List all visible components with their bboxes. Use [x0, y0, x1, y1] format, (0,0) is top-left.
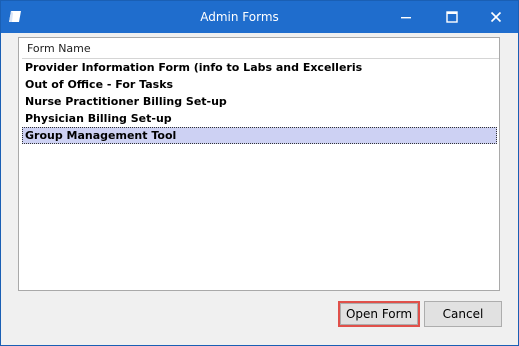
list-item[interactable]: Physician Billing Set-up [22, 110, 497, 127]
close-icon [490, 8, 502, 27]
forms-list[interactable]: Form Name Provider Information Form (inf… [18, 37, 500, 291]
cancel-button[interactable]: Cancel [424, 301, 502, 327]
list-item-selected[interactable]: Group Management Tool [22, 127, 497, 144]
title-bar[interactable]: Admin Forms [1, 1, 518, 33]
list-item[interactable]: Out of Office - For Tasks [22, 76, 497, 93]
maximize-button[interactable] [429, 1, 475, 33]
minimize-button[interactable] [383, 1, 429, 33]
maximize-icon [446, 8, 458, 27]
close-button[interactable] [473, 1, 519, 33]
minimize-icon [400, 8, 412, 27]
open-form-button[interactable]: Open Form [338, 301, 420, 327]
list-item[interactable]: Provider Information Form (info to Labs … [22, 59, 497, 76]
list-item[interactable]: Nurse Practitioner Billing Set-up [22, 93, 497, 110]
list-rows: Provider Information Form (info to Labs … [22, 59, 497, 144]
admin-forms-window: Admin Forms Form Name Provider Informati… [0, 0, 519, 346]
column-header-form-name[interactable]: Form Name [27, 42, 91, 55]
list-header: Form Name [22, 40, 499, 59]
